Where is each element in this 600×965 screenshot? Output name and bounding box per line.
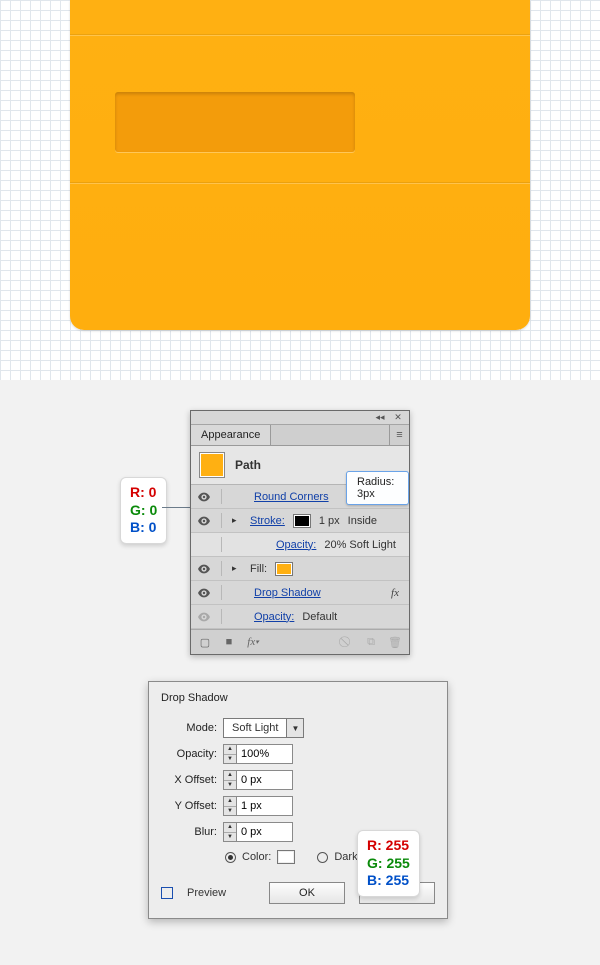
panel-titlebar: ◂◂ ✕: [191, 411, 409, 425]
panel-stage: R: 0 G: 0 B: 0 ◂◂ ✕ Appearance ≡ Path Ro…: [0, 410, 600, 949]
visibility-toggle[interactable]: [197, 562, 211, 576]
opacity-spinner[interactable]: ▲▼: [223, 744, 293, 764]
yoffset-label: Y Offset:: [161, 800, 217, 812]
xoffset-spinner[interactable]: ▲▼: [223, 770, 293, 790]
row-fill[interactable]: ▸ Fill:: [191, 557, 409, 581]
tab-appearance[interactable]: Appearance: [191, 425, 271, 445]
round-corners-link[interactable]: Round Corners: [254, 491, 329, 503]
new-fill-icon[interactable]: ■: [221, 634, 237, 650]
appearance-panel: ◂◂ ✕ Appearance ≡ Path Round Corners ▸ S…: [190, 410, 410, 655]
mode-select[interactable]: Soft Light ▼: [223, 718, 304, 738]
color-label: Color:: [242, 851, 271, 863]
chevron-down-icon[interactable]: ▼: [286, 719, 303, 737]
stroke-opacity-value: 20% Soft Light: [324, 539, 396, 551]
preview-checkbox[interactable]: [161, 887, 173, 899]
visibility-toggle[interactable]: [197, 610, 211, 624]
disclosure-icon[interactable]: ▸: [232, 515, 242, 526]
add-effect-icon[interactable]: fx▾: [245, 634, 261, 650]
yoffset-input[interactable]: [237, 796, 293, 816]
spin-down-icon[interactable]: ▼: [224, 807, 236, 816]
duplicate-icon[interactable]: ⧉: [363, 634, 379, 650]
mode-label: Mode:: [161, 722, 217, 734]
opacity-link[interactable]: Opacity:: [254, 611, 294, 623]
visibility-toggle[interactable]: [197, 514, 211, 528]
rgb-g: G: 255: [367, 855, 410, 873]
visibility-toggle[interactable]: [197, 586, 211, 600]
envelope-fold-bottom: [70, 182, 530, 183]
row-opacity: Opacity: ▲▼: [161, 744, 435, 764]
shadow-rgb-callout: R: 255 G: 255 B: 255: [357, 830, 420, 897]
drop-shadow-link[interactable]: Drop Shadow: [254, 587, 321, 599]
spin-up-icon[interactable]: ▲: [224, 823, 236, 833]
panel-footer: ▢ ■ fx▾ ⃠ ⧉ 🗑: [191, 629, 409, 654]
row-xoffset: X Offset: ▲▼: [161, 770, 435, 790]
darkness-radio[interactable]: [317, 852, 328, 863]
drop-shadow-dialog: Drop Shadow Mode: Soft Light ▼ Opacity: …: [148, 681, 448, 919]
rgb-b: B: 0: [130, 519, 157, 537]
panel-collapse-icon[interactable]: ◂◂: [373, 413, 387, 423]
spin-down-icon[interactable]: ▼: [224, 781, 236, 790]
row-stroke[interactable]: ▸ Stroke: 1 px Inside: [191, 509, 409, 533]
row-drop-shadow[interactable]: Drop Shadow fx: [191, 581, 409, 605]
stroke-align: Inside: [348, 515, 377, 527]
envelope-shape: [70, 0, 530, 330]
stroke-rgb-callout: R: 0 G: 0 B: 0: [120, 477, 167, 544]
stroke-opacity-link[interactable]: Opacity:: [276, 539, 316, 551]
ok-button[interactable]: OK: [269, 882, 345, 904]
stroke-color-swatch[interactable]: [293, 514, 311, 528]
yoffset-spinner[interactable]: ▲▼: [223, 796, 293, 816]
target-swatch[interactable]: [199, 452, 225, 478]
blur-label: Blur:: [161, 826, 217, 838]
color-swatch[interactable]: [277, 850, 295, 864]
panel-tabstrip: Appearance ≡: [191, 425, 409, 446]
rgb-r: R: 255: [367, 837, 410, 855]
fill-label: Fill:: [250, 563, 267, 575]
envelope-fold-top: [70, 34, 530, 35]
radius-tooltip: Radius: 3px: [346, 471, 409, 505]
panel-menu-icon[interactable]: ≡: [389, 425, 409, 445]
xoffset-input[interactable]: [237, 770, 293, 790]
spin-up-icon[interactable]: ▲: [224, 797, 236, 807]
spin-down-icon[interactable]: ▼: [224, 755, 236, 764]
row-yoffset: Y Offset: ▲▼: [161, 796, 435, 816]
spin-down-icon[interactable]: ▼: [224, 833, 236, 842]
mode-value: Soft Light: [224, 722, 286, 734]
opacity-value: Default: [302, 611, 337, 623]
fill-color-swatch[interactable]: [275, 562, 293, 576]
delete-icon[interactable]: 🗑: [387, 634, 403, 650]
row-mode: Mode: Soft Light ▼: [161, 718, 435, 738]
row-stroke-opacity[interactable]: Opacity: 20% Soft Light: [191, 533, 409, 557]
rgb-g: G: 0: [130, 502, 157, 520]
target-label: Path: [235, 458, 261, 472]
new-stroke-icon[interactable]: ▢: [197, 634, 213, 650]
preview-label: Preview: [187, 887, 226, 899]
blur-spinner[interactable]: ▲▼: [223, 822, 293, 842]
artboard-canvas: [0, 0, 600, 380]
spin-up-icon[interactable]: ▲: [224, 771, 236, 781]
visibility-toggle[interactable]: [197, 490, 211, 504]
fx-badge: fx: [391, 587, 403, 599]
disclosure-icon[interactable]: ▸: [232, 563, 242, 574]
spin-up-icon[interactable]: ▲: [224, 745, 236, 755]
panel-close-icon[interactable]: ✕: [391, 413, 405, 423]
color-radio[interactable]: [225, 852, 236, 863]
opacity-input[interactable]: [237, 744, 293, 764]
xoffset-label: X Offset:: [161, 774, 217, 786]
stroke-weight[interactable]: 1 px: [319, 515, 340, 527]
blur-input[interactable]: [237, 822, 293, 842]
row-opacity[interactable]: Opacity: Default: [191, 605, 409, 629]
rgb-r: R: 0: [130, 484, 157, 502]
opacity-label: Opacity:: [161, 748, 217, 760]
rgb-b: B: 255: [367, 872, 410, 890]
clear-appearance-icon[interactable]: ⃠: [339, 634, 355, 650]
envelope-window: [115, 92, 355, 152]
stroke-link[interactable]: Stroke:: [250, 515, 285, 527]
dialog-title: Drop Shadow: [161, 692, 435, 704]
